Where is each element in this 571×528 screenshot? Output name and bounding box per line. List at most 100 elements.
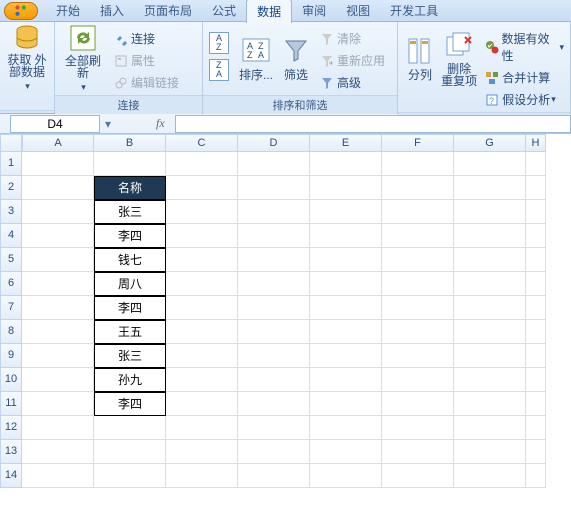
tab-开发工具[interactable]: 开发工具 — [380, 0, 448, 23]
cell-C2[interactable] — [166, 176, 238, 200]
cell-A6[interactable] — [22, 272, 94, 296]
cell-D12[interactable] — [238, 416, 310, 440]
cell-B3[interactable]: 张三 — [94, 200, 166, 224]
cell-D3[interactable] — [238, 200, 310, 224]
cell-H13[interactable] — [526, 440, 546, 464]
edit-links-button[interactable]: 编辑链接 — [111, 73, 181, 92]
cell-G4[interactable] — [454, 224, 526, 248]
cell-A3[interactable] — [22, 200, 94, 224]
row-header-10[interactable]: 10 — [0, 368, 22, 392]
row-header-12[interactable]: 12 — [0, 416, 22, 440]
cell-A9[interactable] — [22, 344, 94, 368]
cell-D1[interactable] — [238, 152, 310, 176]
cell-D4[interactable] — [238, 224, 310, 248]
cell-C1[interactable] — [166, 152, 238, 176]
tab-审阅[interactable]: 审阅 — [292, 0, 336, 23]
cell-F12[interactable] — [382, 416, 454, 440]
cell-D2[interactable] — [238, 176, 310, 200]
cell-D13[interactable] — [238, 440, 310, 464]
cell-B14[interactable] — [94, 464, 166, 488]
connections-button[interactable]: 连接 — [111, 29, 181, 48]
cell-B12[interactable] — [94, 416, 166, 440]
col-header-C[interactable]: C — [166, 134, 238, 152]
cell-C4[interactable] — [166, 224, 238, 248]
cell-B1[interactable] — [94, 152, 166, 176]
cell-D5[interactable] — [238, 248, 310, 272]
tab-插入[interactable]: 插入 — [90, 0, 134, 23]
col-header-B[interactable]: B — [94, 134, 166, 152]
cell-H4[interactable] — [526, 224, 546, 248]
tab-数据[interactable]: 数据 — [246, 0, 292, 23]
cell-F2[interactable] — [382, 176, 454, 200]
cell-H9[interactable] — [526, 344, 546, 368]
col-header-D[interactable]: D — [238, 134, 310, 152]
cell-E9[interactable] — [310, 344, 382, 368]
cell-E14[interactable] — [310, 464, 382, 488]
cell-B9[interactable]: 张三 — [94, 344, 166, 368]
cell-A8[interactable] — [22, 320, 94, 344]
cell-B5[interactable]: 钱七 — [94, 248, 166, 272]
cell-F3[interactable] — [382, 200, 454, 224]
cell-E13[interactable] — [310, 440, 382, 464]
cell-C9[interactable] — [166, 344, 238, 368]
cell-A14[interactable] — [22, 464, 94, 488]
cell-C10[interactable] — [166, 368, 238, 392]
cell-B11[interactable]: 李四 — [94, 392, 166, 416]
office-button[interactable] — [4, 2, 38, 20]
cell-E3[interactable] — [310, 200, 382, 224]
cell-E7[interactable] — [310, 296, 382, 320]
cell-C8[interactable] — [166, 320, 238, 344]
cell-F8[interactable] — [382, 320, 454, 344]
cell-B4[interactable]: 李四 — [94, 224, 166, 248]
cell-H11[interactable] — [526, 392, 546, 416]
cell-B8[interactable]: 王五 — [94, 320, 166, 344]
what-if-button[interactable]: ?假设分析▾ — [482, 90, 566, 109]
cell-A4[interactable] — [22, 224, 94, 248]
cell-G7[interactable] — [454, 296, 526, 320]
cell-F6[interactable] — [382, 272, 454, 296]
cell-G6[interactable] — [454, 272, 526, 296]
cell-F9[interactable] — [382, 344, 454, 368]
tab-公式[interactable]: 公式 — [202, 0, 246, 23]
row-header-6[interactable]: 6 — [0, 272, 22, 296]
fx-icon[interactable]: fx — [156, 116, 165, 131]
tab-页面布局[interactable]: 页面布局 — [134, 0, 202, 23]
cell-H5[interactable] — [526, 248, 546, 272]
col-header-A[interactable]: A — [22, 134, 94, 152]
cell-C12[interactable] — [166, 416, 238, 440]
sort-desc-button[interactable]: ZA — [207, 58, 233, 82]
cell-H6[interactable] — [526, 272, 546, 296]
cell-G3[interactable] — [454, 200, 526, 224]
cell-G9[interactable] — [454, 344, 526, 368]
cell-E5[interactable] — [310, 248, 382, 272]
cell-F7[interactable] — [382, 296, 454, 320]
cell-A5[interactable] — [22, 248, 94, 272]
cell-C7[interactable] — [166, 296, 238, 320]
cell-F5[interactable] — [382, 248, 454, 272]
name-box-dropdown[interactable]: ▾ — [100, 116, 116, 132]
consolidate-button[interactable]: 合并计算 — [482, 68, 566, 87]
cell-D10[interactable] — [238, 368, 310, 392]
cell-D7[interactable] — [238, 296, 310, 320]
cell-D9[interactable] — [238, 344, 310, 368]
cell-G10[interactable] — [454, 368, 526, 392]
row-header-13[interactable]: 13 — [0, 440, 22, 464]
cell-D14[interactable] — [238, 464, 310, 488]
row-header-8[interactable]: 8 — [0, 320, 22, 344]
formula-input[interactable] — [175, 115, 571, 133]
cell-G2[interactable] — [454, 176, 526, 200]
col-header-E[interactable]: E — [310, 134, 382, 152]
get-external-data-button[interactable]: 获取 外部数据▾ — [4, 25, 50, 91]
cell-C5[interactable] — [166, 248, 238, 272]
cell-D8[interactable] — [238, 320, 310, 344]
select-all-corner[interactable] — [0, 134, 22, 152]
cell-A2[interactable] — [22, 176, 94, 200]
cell-E11[interactable] — [310, 392, 382, 416]
data-validation-button[interactable]: 数据有效性▾ — [482, 29, 566, 65]
cell-H3[interactable] — [526, 200, 546, 224]
cell-D6[interactable] — [238, 272, 310, 296]
cell-A10[interactable] — [22, 368, 94, 392]
col-header-F[interactable]: F — [382, 134, 454, 152]
cell-B10[interactable]: 孙九 — [94, 368, 166, 392]
remove-duplicates-button[interactable]: 删除 重复项 — [438, 25, 480, 91]
